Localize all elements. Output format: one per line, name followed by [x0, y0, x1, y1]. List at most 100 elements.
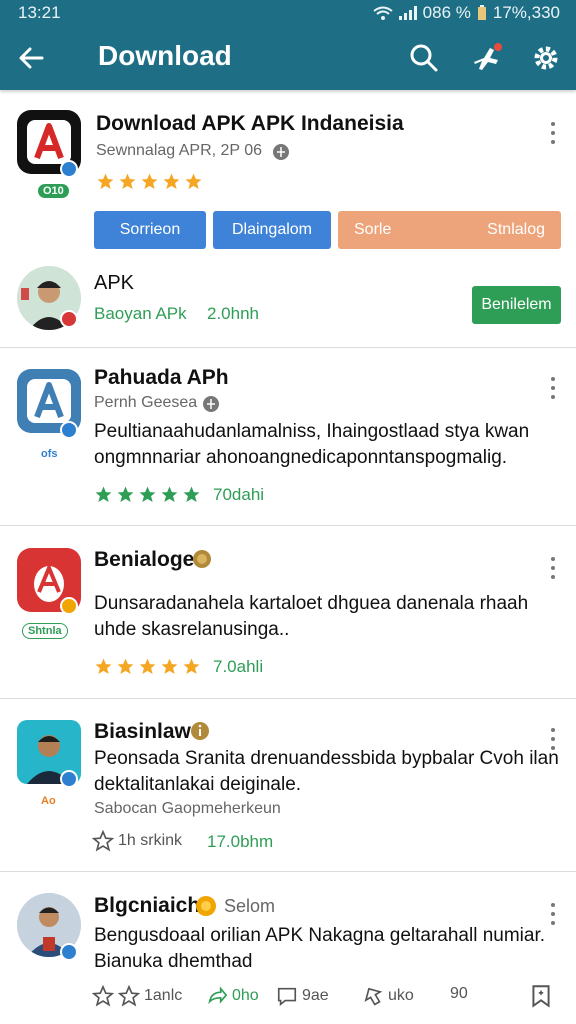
battery-text: 086 %	[422, 3, 471, 22]
post-tag: ofs	[41, 448, 58, 460]
action-button-4-label[interactable]: Stnlalog	[487, 221, 545, 239]
star-outline-icon	[92, 830, 114, 852]
post-status: Selom	[224, 896, 276, 916]
coin-icon	[196, 896, 216, 916]
more-options-icon[interactable]	[550, 122, 556, 144]
star-icon	[161, 486, 178, 503]
star-icon	[117, 486, 134, 503]
like-count: 1anlc	[144, 987, 183, 1004]
comment-icon	[277, 987, 297, 1006]
star-icon	[141, 173, 158, 190]
star-icon	[119, 173, 136, 190]
rating-stars	[94, 657, 201, 676]
star-icon	[95, 658, 112, 675]
like-count: 1h srkink	[118, 832, 183, 849]
page-title: Download	[98, 40, 232, 71]
like-button[interactable]: 1h srkink	[92, 830, 182, 852]
apk-row-button[interactable]: Benilelem	[472, 286, 561, 324]
wifi-icon	[373, 6, 393, 20]
post-description: Bengusdoaal orilian APK Nakagna geltarah…	[94, 925, 546, 972]
view-count: 90	[450, 985, 468, 1002]
action-button-3[interactable]: Sorle Stnlalog	[338, 211, 561, 249]
app-name[interactable]: Download APK APK Indaneisia	[96, 112, 404, 136]
back-arrow-icon[interactable]	[16, 42, 48, 74]
status-bar: 13:21 086 % 17%,330	[0, 0, 576, 26]
battery-icon	[477, 5, 486, 20]
action-button-3-label: Sorle	[354, 221, 392, 238]
verified-icon	[60, 770, 78, 788]
verified-icon	[60, 943, 78, 961]
airplane-icon[interactable]	[470, 42, 502, 74]
star-outline-icon	[92, 985, 114, 1007]
post-description: Dunsaradanahela kartaloet dhguea danenal…	[94, 593, 529, 640]
verified-icon	[60, 421, 78, 439]
post-name[interactable]: Pahuada APh	[94, 366, 229, 390]
post-score: 17.0bhm	[207, 832, 274, 851]
status-time: 13:21	[18, 3, 61, 22]
action-button-1[interactable]: Sorrieon	[94, 211, 206, 249]
apk-row-subtitle: Baoyan APk	[94, 304, 187, 323]
post-subtitle: Sabocan Gaopmeherkeun	[94, 800, 281, 817]
star-outline-icon	[118, 985, 140, 1007]
comment-button[interactable]: 9ae	[276, 985, 329, 1007]
star-icon	[97, 173, 114, 190]
share-button[interactable]: 0ho	[206, 985, 259, 1007]
info-icon	[191, 722, 209, 740]
upvote-count: uko	[388, 987, 414, 1004]
more-options-icon[interactable]	[550, 728, 556, 750]
post-tag: Ao	[41, 795, 56, 807]
notification-badge-icon	[60, 310, 78, 328]
comment-count: 9ae	[302, 987, 329, 1004]
star-icon	[95, 486, 112, 503]
post-tag: Shtnla	[22, 623, 68, 639]
upvote-icon	[364, 987, 383, 1006]
search-icon[interactable]	[408, 42, 440, 74]
star-icon	[163, 173, 180, 190]
star-icon	[183, 658, 200, 675]
star-badge-icon	[60, 597, 78, 615]
speed-text: 17%,330	[492, 3, 560, 22]
coin-icon	[193, 550, 211, 568]
globe-icon	[273, 144, 289, 160]
views-button[interactable]: 90	[450, 985, 468, 1003]
rating-stars	[96, 172, 203, 191]
star-icon	[117, 658, 134, 675]
app-tag: O10	[38, 184, 69, 198]
star-icon	[161, 658, 178, 675]
apk-row-meta: 2.0hnh	[207, 304, 259, 323]
share-count: 0ho	[232, 987, 259, 1004]
post-card[interactable]: ofs Pahuada APh Pernh Geesea Peultianaah…	[0, 349, 576, 526]
post-description: Peultianaahudanlamalniss, Ihaingostlaad …	[94, 421, 530, 468]
star-icon	[183, 486, 200, 503]
post-name[interactable]: Benialoge	[94, 548, 194, 572]
gear-icon[interactable]	[530, 42, 562, 74]
app-subtitle: Sewnnalag APR, 2P 06	[96, 142, 263, 159]
status-icons: 086 % 17%,330	[373, 3, 560, 23]
verified-icon	[60, 160, 78, 178]
more-options-icon[interactable]	[550, 557, 556, 579]
post-score: 70dahi	[213, 485, 265, 504]
post-score: 7.0ahli	[213, 657, 264, 676]
post-card[interactable]: Shtnla Benialoge Dunsaradanahela kartalo…	[0, 527, 576, 699]
post-name[interactable]: Blgcniaich	[94, 894, 200, 918]
post-card[interactable]: Ao Biasinlaw Peonsada Sranita drenuandes…	[0, 700, 576, 872]
rate-button[interactable]: 1anlc	[92, 985, 182, 1007]
globe-icon	[203, 396, 219, 412]
post-name[interactable]: Biasinlaw	[94, 720, 191, 744]
star-icon	[139, 658, 156, 675]
featured-card[interactable]: O10 Download APK APK Indaneisia Sewnnala…	[0, 92, 576, 348]
bookmark-icon[interactable]	[528, 983, 554, 1009]
more-options-icon[interactable]	[550, 377, 556, 399]
star-icon	[185, 173, 202, 190]
more-options-icon[interactable]	[550, 903, 556, 925]
action-button-2[interactable]: Dlaingalom	[213, 211, 331, 249]
rating-stars	[94, 485, 201, 504]
post-subtitle: Pernh Geesea	[94, 394, 198, 411]
star-icon	[139, 486, 156, 503]
apk-row-title[interactable]: APK	[94, 272, 134, 295]
signal-icon	[398, 6, 417, 20]
upvote-button[interactable]: uko	[362, 985, 414, 1007]
app-bar: Download	[0, 26, 576, 90]
post-description: Peonsada Sranita drenuandessbida bypbala…	[94, 748, 559, 795]
post-card[interactable]: Blgcniaich Selom Bengusdoaal orilian APK…	[0, 873, 576, 1024]
